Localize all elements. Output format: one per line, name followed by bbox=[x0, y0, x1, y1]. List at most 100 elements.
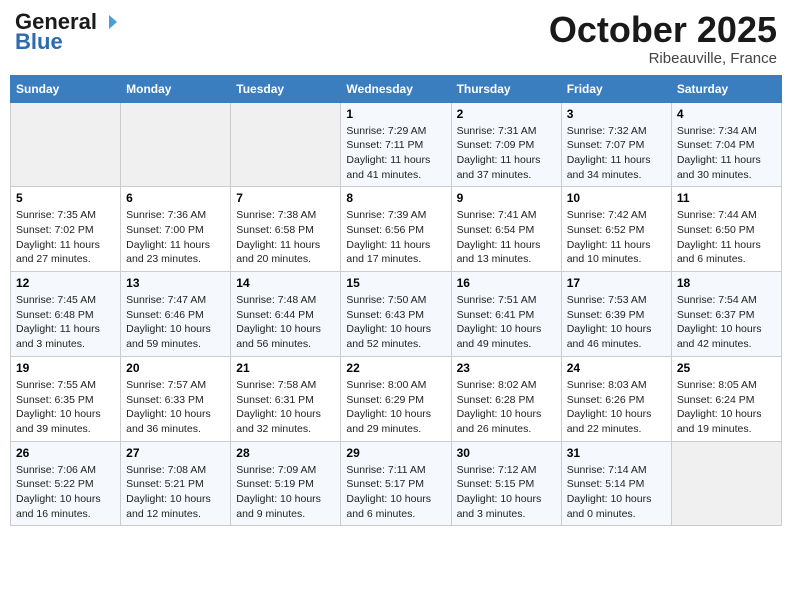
cell-content: Sunrise: 7:48 AMSunset: 6:44 PMDaylight:… bbox=[236, 293, 335, 352]
cell-content: Sunrise: 7:32 AMSunset: 7:07 PMDaylight:… bbox=[567, 124, 666, 183]
cell-content: Sunrise: 7:06 AMSunset: 5:22 PMDaylight:… bbox=[16, 463, 115, 522]
cell-content: Sunrise: 7:44 AMSunset: 6:50 PMDaylight:… bbox=[677, 208, 776, 267]
cell-content: Sunrise: 7:57 AMSunset: 6:33 PMDaylight:… bbox=[126, 378, 225, 437]
day-number: 26 bbox=[16, 446, 115, 460]
cell-content: Sunrise: 7:12 AMSunset: 5:15 PMDaylight:… bbox=[457, 463, 556, 522]
cell-content: Sunrise: 7:39 AMSunset: 6:56 PMDaylight:… bbox=[346, 208, 445, 267]
calendar-cell: 25 Sunrise: 8:05 AMSunset: 6:24 PMDayligh… bbox=[671, 356, 781, 441]
cell-content: Sunrise: 7:38 AMSunset: 6:58 PMDaylight:… bbox=[236, 208, 335, 267]
calendar-cell: 26 Sunrise: 7:06 AMSunset: 5:22 PMDayligh… bbox=[11, 441, 121, 526]
calendar-cell bbox=[231, 102, 341, 187]
day-number: 15 bbox=[346, 276, 445, 290]
cell-content: Sunrise: 7:09 AMSunset: 5:19 PMDaylight:… bbox=[236, 463, 335, 522]
cell-content: Sunrise: 7:14 AMSunset: 5:14 PMDaylight:… bbox=[567, 463, 666, 522]
day-number: 14 bbox=[236, 276, 335, 290]
cell-content: Sunrise: 7:55 AMSunset: 6:35 PMDaylight:… bbox=[16, 378, 115, 437]
calendar-cell: 28 Sunrise: 7:09 AMSunset: 5:19 PMDayligh… bbox=[231, 441, 341, 526]
day-number: 18 bbox=[677, 276, 776, 290]
day-number: 9 bbox=[457, 191, 556, 205]
calendar-cell: 20Sunrise: 7:57 AMSunset: 6:33 PMDayligh… bbox=[121, 356, 231, 441]
day-number: 10 bbox=[567, 191, 666, 205]
cell-content: Sunrise: 7:54 AMSunset: 6:37 PMDaylight:… bbox=[677, 293, 776, 352]
calendar-cell: 1 Sunrise: 7:29 AMSunset: 7:11 PMDaylight… bbox=[341, 102, 451, 187]
calendar-cell: 22Sunrise: 8:00 AMSunset: 6:29 PMDayligh… bbox=[341, 356, 451, 441]
title-area: October 2025 Ribeauville, France bbox=[549, 10, 777, 67]
calendar-cell: 14 Sunrise: 7:48 AMSunset: 6:44 PMDayligh… bbox=[231, 272, 341, 357]
calendar-cell: 21 Sunrise: 7:58 AMSunset: 6:31 PMDayligh… bbox=[231, 356, 341, 441]
calendar-cell: 19 Sunrise: 7:55 AMSunset: 6:35 PMDayligh… bbox=[11, 356, 121, 441]
day-number: 2 bbox=[457, 107, 556, 121]
calendar-cell: 9 Sunrise: 7:41 AMSunset: 6:54 PMDaylight… bbox=[451, 187, 561, 272]
week-row-1: 1 Sunrise: 7:29 AMSunset: 7:11 PMDaylight… bbox=[11, 102, 782, 187]
day-number: 27 bbox=[126, 446, 225, 460]
calendar-cell bbox=[671, 441, 781, 526]
cell-content: Sunrise: 7:53 AMSunset: 6:39 PMDaylight:… bbox=[567, 293, 666, 352]
cell-content: Sunrise: 7:29 AMSunset: 7:11 PMDaylight:… bbox=[346, 124, 445, 183]
calendar-cell: 3 Sunrise: 7:32 AMSunset: 7:07 PMDaylight… bbox=[561, 102, 671, 187]
cell-content: Sunrise: 7:08 AMSunset: 5:21 PMDaylight:… bbox=[126, 463, 225, 522]
cell-content: Sunrise: 7:45 AMSunset: 6:48 PMDaylight:… bbox=[16, 293, 115, 352]
cell-content: Sunrise: 7:35 AMSunset: 7:02 PMDaylight:… bbox=[16, 208, 115, 267]
day-number: 11 bbox=[677, 191, 776, 205]
cell-content: Sunrise: 7:34 AMSunset: 7:04 PMDaylight:… bbox=[677, 124, 776, 183]
day-number: 1 bbox=[346, 107, 445, 121]
day-number: 12 bbox=[16, 276, 115, 290]
day-number: 30 bbox=[457, 446, 556, 460]
calendar-cell bbox=[121, 102, 231, 187]
location: Ribeauville, France bbox=[549, 50, 777, 67]
day-number: 16 bbox=[457, 276, 556, 290]
day-number: 21 bbox=[236, 361, 335, 375]
calendar-cell: 10Sunrise: 7:42 AMSunset: 6:52 PMDayligh… bbox=[561, 187, 671, 272]
calendar-cell: 15Sunrise: 7:50 AMSunset: 6:43 PMDayligh… bbox=[341, 272, 451, 357]
week-row-5: 26 Sunrise: 7:06 AMSunset: 5:22 PMDayligh… bbox=[11, 441, 782, 526]
calendar-header: SundayMondayTuesdayWednesdayThursdayFrid… bbox=[11, 75, 782, 102]
calendar-cell: 11 Sunrise: 7:44 AMSunset: 6:50 PMDayligh… bbox=[671, 187, 781, 272]
day-number: 4 bbox=[677, 107, 776, 121]
day-number: 25 bbox=[677, 361, 776, 375]
cell-content: Sunrise: 7:51 AMSunset: 6:41 PMDaylight:… bbox=[457, 293, 556, 352]
calendar-cell: 31 Sunrise: 7:14 AMSunset: 5:14 PMDayligh… bbox=[561, 441, 671, 526]
calendar-cell: 24Sunrise: 8:03 AMSunset: 6:26 PMDayligh… bbox=[561, 356, 671, 441]
day-number: 3 bbox=[567, 107, 666, 121]
calendar-cell: 4 Sunrise: 7:34 AMSunset: 7:04 PMDaylight… bbox=[671, 102, 781, 187]
day-number: 7 bbox=[236, 191, 335, 205]
day-number: 31 bbox=[567, 446, 666, 460]
day-number: 8 bbox=[346, 191, 445, 205]
week-row-2: 5 Sunrise: 7:35 AMSunset: 7:02 PMDaylight… bbox=[11, 187, 782, 272]
cell-content: Sunrise: 7:11 AMSunset: 5:17 PMDaylight:… bbox=[346, 463, 445, 522]
calendar-cell: 2 Sunrise: 7:31 AMSunset: 7:09 PMDaylight… bbox=[451, 102, 561, 187]
day-number: 19 bbox=[16, 361, 115, 375]
calendar-cell: 6 Sunrise: 7:36 AMSunset: 7:00 PMDaylight… bbox=[121, 187, 231, 272]
day-number: 29 bbox=[346, 446, 445, 460]
calendar-cell: 13Sunrise: 7:47 AMSunset: 6:46 PMDayligh… bbox=[121, 272, 231, 357]
cell-content: Sunrise: 7:58 AMSunset: 6:31 PMDaylight:… bbox=[236, 378, 335, 437]
logo: General Blue bbox=[15, 10, 117, 54]
calendar-cell bbox=[11, 102, 121, 187]
calendar-cell: 30 Sunrise: 7:12 AMSunset: 5:15 PMDayligh… bbox=[451, 441, 561, 526]
week-row-3: 12 Sunrise: 7:45 AMSunset: 6:48 PMDayligh… bbox=[11, 272, 782, 357]
cell-content: Sunrise: 8:05 AMSunset: 6:24 PMDaylight:… bbox=[677, 378, 776, 437]
day-number: 28 bbox=[236, 446, 335, 460]
cell-content: Sunrise: 8:02 AMSunset: 6:28 PMDaylight:… bbox=[457, 378, 556, 437]
logo-arrow-icon bbox=[99, 13, 117, 31]
day-number: 5 bbox=[16, 191, 115, 205]
calendar-cell: 5 Sunrise: 7:35 AMSunset: 7:02 PMDaylight… bbox=[11, 187, 121, 272]
day-number: 6 bbox=[126, 191, 225, 205]
calendar-cell: 27 Sunrise: 7:08 AMSunset: 5:21 PMDayligh… bbox=[121, 441, 231, 526]
cell-content: Sunrise: 7:41 AMSunset: 6:54 PMDaylight:… bbox=[457, 208, 556, 267]
header-tuesday: Tuesday bbox=[231, 75, 341, 102]
header-thursday: Thursday bbox=[451, 75, 561, 102]
header-monday: Monday bbox=[121, 75, 231, 102]
calendar-cell: 12 Sunrise: 7:45 AMSunset: 6:48 PMDayligh… bbox=[11, 272, 121, 357]
cell-content: Sunrise: 7:36 AMSunset: 7:00 PMDaylight:… bbox=[126, 208, 225, 267]
logo-blue-text: Blue bbox=[15, 30, 63, 54]
header-saturday: Saturday bbox=[671, 75, 781, 102]
calendar-cell: 7 Sunrise: 7:38 AMSunset: 6:58 PMDaylight… bbox=[231, 187, 341, 272]
day-number: 22 bbox=[346, 361, 445, 375]
cell-content: Sunrise: 8:03 AMSunset: 6:26 PMDaylight:… bbox=[567, 378, 666, 437]
calendar-cell: 23Sunrise: 8:02 AMSunset: 6:28 PMDayligh… bbox=[451, 356, 561, 441]
cell-content: Sunrise: 7:31 AMSunset: 7:09 PMDaylight:… bbox=[457, 124, 556, 183]
header-row: SundayMondayTuesdayWednesdayThursdayFrid… bbox=[11, 75, 782, 102]
day-number: 17 bbox=[567, 276, 666, 290]
page-header: General Blue October 2025 Ribeauville, F… bbox=[10, 10, 782, 67]
